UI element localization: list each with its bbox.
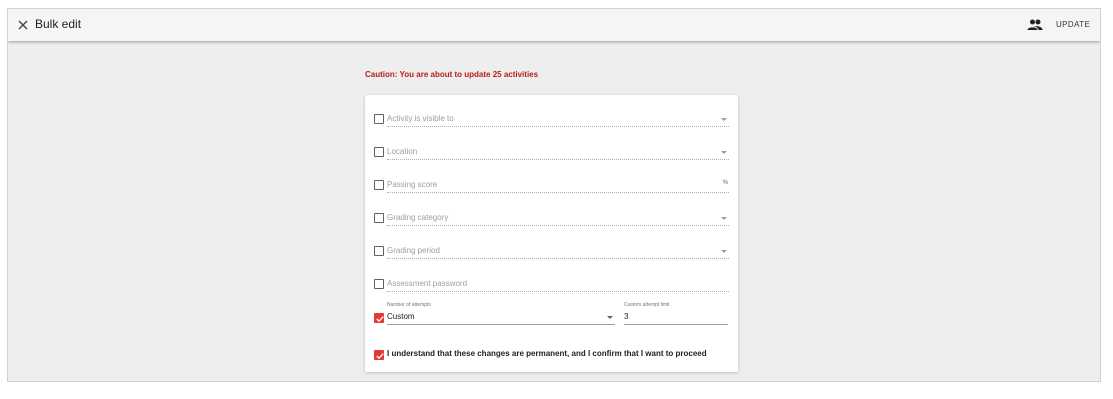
confirm-checkbox[interactable] [374,350,384,360]
passing-score-input[interactable]: Passing score % [387,178,729,193]
confirm-label: I understand that these changes are perm… [387,349,707,358]
field-row-location: Location [374,145,729,160]
dropdown-arrow-icon [721,250,727,253]
people-icon[interactable] [1027,18,1043,32]
dropdown-arrow-icon [721,118,727,121]
field-label: Activity is visible to [387,114,454,123]
page-title: Bulk edit [35,17,82,31]
field-row-grading-category: Grading category [374,211,729,226]
toolbar: Bulk edit UPDATE [8,9,1100,41]
field-row-grading-period: Grading period [374,244,729,259]
dropdown-arrow-icon [607,316,613,319]
grading-category-checkbox[interactable] [374,213,384,223]
attempts-checkbox[interactable] [374,313,384,323]
checkmark-icon [376,353,384,360]
field-row-visibility: Activity is visible to [374,112,729,127]
field-label: Grading period [387,246,440,255]
passing-score-checkbox[interactable] [374,180,384,190]
field-label: Grading category [387,213,449,222]
dropdown-arrow-icon [721,217,727,220]
field-label: Assessment password [387,279,468,288]
caution-message: Caution: You are about to update 25 acti… [365,70,539,79]
attempt-limit-label: Custom attempt limit [624,302,670,308]
attempt-limit-input[interactable]: 3 [624,310,728,325]
attempts-select[interactable]: Custom [387,310,615,325]
checkmark-icon [376,316,384,323]
visibility-checkbox[interactable] [374,114,384,124]
assessment-password-input[interactable]: Assessment password [387,277,729,292]
field-label: Location [387,147,418,156]
attempts-value: Custom [387,312,415,321]
visibility-select[interactable]: Activity is visible to [387,112,729,127]
attempt-limit-value: 3 [624,312,629,321]
field-row-assessment-password: Assessment password [374,277,729,292]
update-button[interactable]: UPDATE [1053,15,1093,35]
close-icon[interactable] [14,16,32,34]
grading-period-checkbox[interactable] [374,246,384,256]
location-checkbox[interactable] [374,147,384,157]
field-row-passing-score: Passing score % [374,178,729,193]
bulk-edit-form: Activity is visible to Location Passing … [365,95,738,372]
field-label: Passing score [387,180,438,189]
location-select[interactable]: Location [387,145,729,160]
dropdown-arrow-icon [721,151,727,154]
attempts-label: Number of attempts [387,302,431,308]
grading-category-select[interactable]: Grading category [387,211,729,226]
assessment-password-checkbox[interactable] [374,279,384,289]
percent-suffix: % [722,180,728,186]
bulk-edit-window: Bulk edit UPDATE Caution: You are about … [7,8,1101,382]
grading-period-select[interactable]: Grading period [387,244,729,259]
